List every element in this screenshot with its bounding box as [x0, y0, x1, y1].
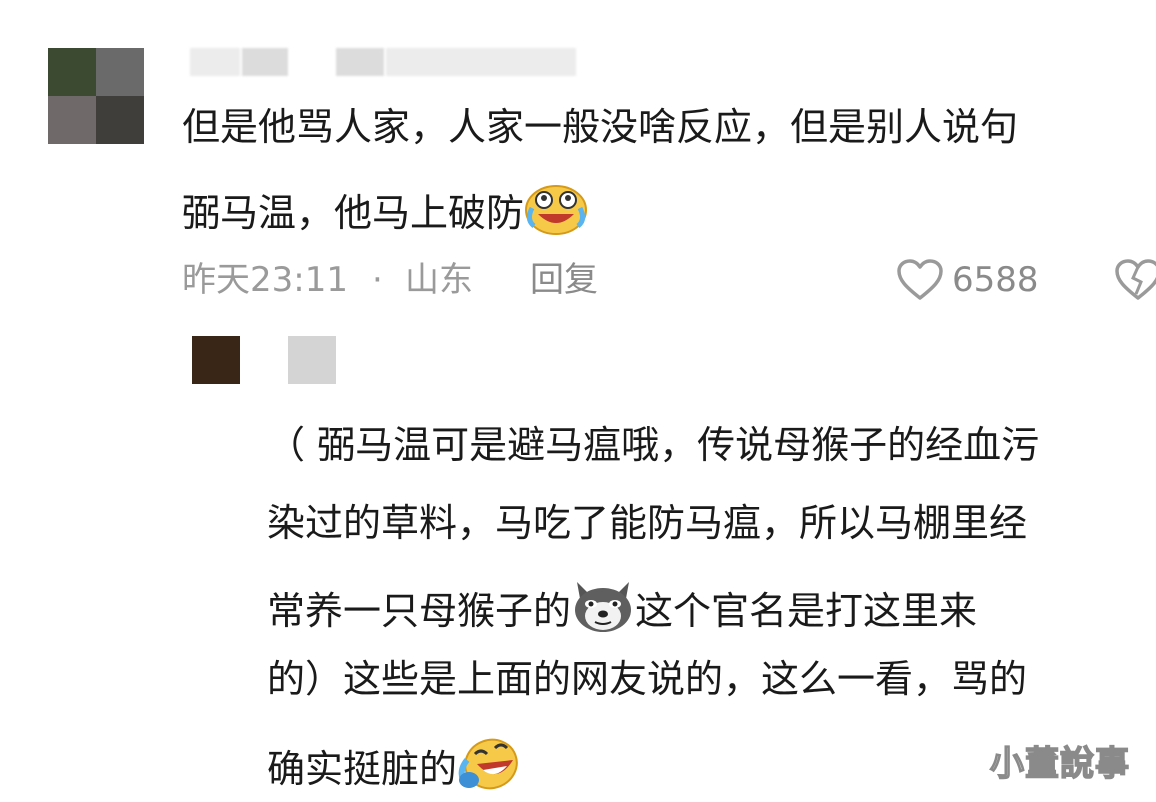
comment-text-segment: 弼马温，他马上破防: [182, 191, 525, 235]
meta-separator: ·: [372, 260, 383, 300]
reply-text-line: 的）这些是上面的网友说的，这么一看，骂的: [267, 657, 1028, 701]
comment-text-line: 弼马温，他马上破防: [182, 182, 588, 246]
reply-text-line: 染过的草料，马吃了能防马瘟，所以马棚里经: [267, 501, 1028, 545]
crying-laughing-emoji-icon: [524, 182, 588, 246]
username-blurred: [336, 48, 384, 76]
reply-text-line: 确实挺脏的: [267, 734, 521, 802]
avatar[interactable]: [48, 48, 144, 144]
like-button[interactable]: 6588: [896, 256, 1039, 304]
like-count: 6588: [952, 260, 1039, 300]
reply-text-line: （ 弼马温可是避马瘟哦，传说母猴子的经血污: [267, 423, 1040, 467]
reply-button[interactable]: 回复: [530, 256, 598, 304]
reply-text-segment: 这个官名是打这里来: [635, 589, 978, 633]
reply-avatar[interactable]: [192, 336, 240, 384]
username-blurred: [386, 48, 576, 76]
username-blurred[interactable]: [190, 48, 240, 76]
husky-dog-emoji-icon: [571, 578, 635, 644]
comment-location: 山东: [405, 260, 473, 300]
broken-heart-icon: [1114, 259, 1156, 302]
reply-text-line: 常养一只母猴子的 这个官名是打这里来: [267, 578, 977, 644]
heart-icon: [896, 258, 944, 302]
username-blurred: [242, 48, 288, 76]
comment-time: 昨天23:11: [182, 260, 348, 300]
comment-text-line: 但是他骂人家，人家一般没啥反应，但是别人说句: [182, 105, 1019, 149]
reply-text-segment: 常养一只母猴子的: [267, 589, 572, 633]
rofl-emoji-icon: [457, 734, 521, 802]
dislike-button[interactable]: [1114, 258, 1156, 302]
watermark: 小董說事: [989, 743, 1130, 785]
reply-username-blurred[interactable]: [288, 336, 336, 384]
reply-text-segment: 确实挺脏的: [267, 747, 458, 791]
